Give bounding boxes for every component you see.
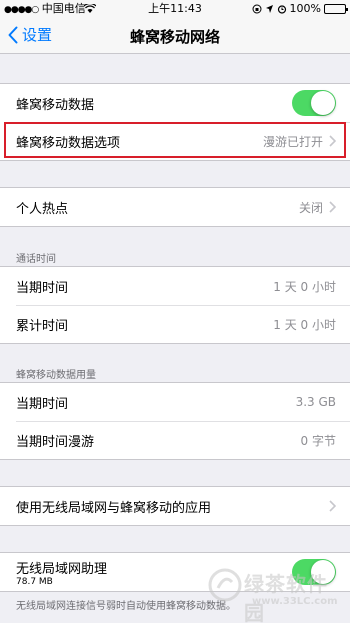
call-time-total-value: 1 天 0 小时 — [273, 317, 336, 332]
call-time-row-total: 累计时间 1 天 0 小时 — [0, 305, 350, 343]
highlight-box — [4, 122, 346, 158]
usage-roaming-label: 当期时间漫游 — [16, 434, 95, 450]
chevron-right-icon — [329, 500, 336, 512]
chevron-right-icon — [329, 201, 336, 213]
location-icon — [265, 5, 273, 13]
usage-row-roaming: 当期时间漫游 0 字节 — [0, 421, 350, 459]
usage-current-label: 当期时间 — [16, 396, 69, 412]
call-time-total-label: 累计时间 — [16, 318, 69, 334]
call-time-row-current: 当期时间 1 天 0 小时 — [0, 267, 350, 305]
cellular-data-row: 蜂窝移动数据 — [0, 84, 350, 122]
usage-current-value: 3.3 GB — [295, 395, 336, 409]
nav-bar: 设置 蜂窝移动网络 — [0, 18, 350, 54]
rotation-lock-icon — [252, 4, 262, 14]
call-time-current-label: 当期时间 — [16, 280, 69, 296]
page-title: 蜂窝移动网络 — [129, 28, 220, 46]
cellular-data-label: 蜂窝移动数据 — [16, 97, 95, 113]
battery-icon — [324, 4, 348, 14]
apps-label: 使用无线局域网与蜂窝移动的应用 — [16, 500, 212, 516]
hotspot-value: 关闭 — [298, 200, 323, 215]
alarm-icon — [277, 5, 286, 14]
hotspot-row[interactable]: 个人热点 关闭 — [0, 188, 350, 226]
call-time-header: 通话时间 — [16, 254, 56, 265]
cellular-data-toggle[interactable] — [292, 90, 336, 116]
wlan-assist-footnote: 无线局域网连接信号弱时自动使用蜂窝移动数据。 — [16, 601, 236, 612]
watermark: 绿茶软件园 www.33LC.com — [206, 566, 346, 623]
watermark-logo-icon — [208, 568, 242, 602]
usage-roaming-value: 0 字节 — [300, 433, 336, 448]
battery-percent: 100% — [289, 2, 321, 15]
hotspot-label: 个人热点 — [16, 201, 69, 217]
usage-header: 蜂窝移动数据用量 — [16, 370, 96, 381]
hotspot-group: 个人热点 关闭 — [0, 187, 350, 227]
status-bar: ●●●●○ 中国电信 上午11:43 100% — [0, 0, 350, 18]
call-time-current-value: 1 天 0 小时 — [273, 279, 336, 294]
usage-row-current: 当期时间 3.3 GB — [0, 383, 350, 421]
watermark-url: www.33LC.com — [252, 596, 338, 607]
call-time-group: 当期时间 1 天 0 小时 累计时间 1 天 0 小时 — [0, 266, 350, 344]
apps-group: 使用无线局域网与蜂窝移动的应用 — [0, 486, 350, 526]
usage-group: 当期时间 3.3 GB 当期时间漫游 0 字节 — [0, 382, 350, 460]
apps-row[interactable]: 使用无线局域网与蜂窝移动的应用 — [0, 487, 350, 525]
